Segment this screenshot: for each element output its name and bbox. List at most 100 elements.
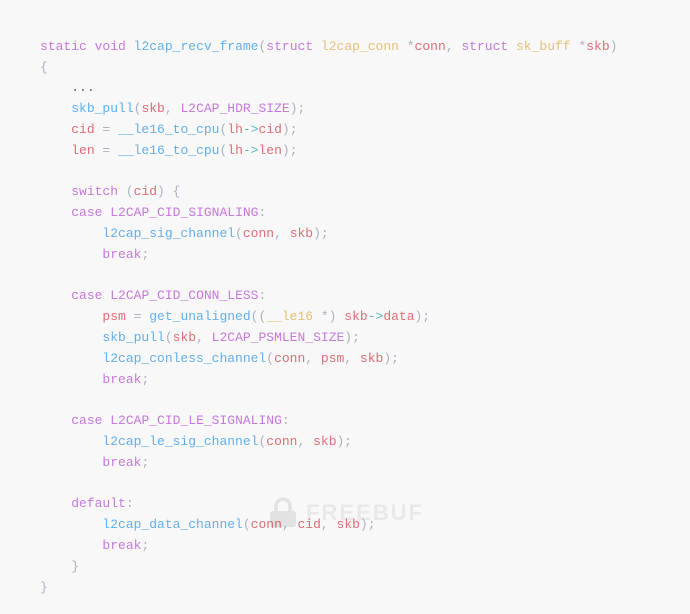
code-token-plain: = [95, 122, 118, 137]
code-token-var: conn [415, 39, 446, 54]
code-token-plain [40, 455, 102, 470]
code-token-var: skb [337, 517, 360, 532]
code-token-fn: l2cap_data_channel [102, 517, 242, 532]
code-token-plain [40, 247, 102, 262]
code-token-plain: ; [141, 538, 149, 553]
code-token-arrow: -> [243, 122, 259, 137]
code-token-var: conn [251, 517, 282, 532]
code-token-plain [40, 538, 102, 553]
code-token-var: lh [227, 122, 243, 137]
code-token-plain: = [95, 143, 118, 158]
code-token-plain: , [446, 39, 462, 54]
code-token-plain: ); [290, 101, 306, 116]
code-token-plain [40, 496, 71, 511]
code-token-plain [40, 413, 71, 428]
code-token-macro: L2CAP_CID_LE_SIGNALING [110, 413, 282, 428]
code-token-kw: void [95, 39, 126, 54]
code-line: static void l2cap_recv_frame(struct l2ca… [40, 37, 670, 58]
code-token-kw: case [71, 205, 102, 220]
code-line: case L2CAP_CID_CONN_LESS: [40, 286, 670, 307]
code-token-plain [87, 39, 95, 54]
code-line: l2cap_conless_channel(conn, psm, skb); [40, 349, 670, 370]
code-line: break; [40, 370, 670, 391]
code-token-plain: ); [383, 351, 399, 366]
code-line: default: [40, 494, 670, 515]
code-token-kw: case [71, 413, 102, 428]
code-line: len = __le16_to_cpu(lh->len); [40, 141, 670, 162]
code-token-plain: ) [610, 39, 618, 54]
code-token-fn: __le16_to_cpu [118, 122, 219, 137]
code-token-plain [40, 309, 102, 324]
code-token-plain: ) { [157, 184, 180, 199]
code-token-plain [126, 39, 134, 54]
code-token-plain [40, 184, 71, 199]
code-token-type: sk_buff [516, 39, 571, 54]
code-token-kw: break [102, 455, 141, 470]
code-token-plain: , [196, 330, 212, 345]
code-token-plain: *) [313, 309, 344, 324]
code-token-plain: : [282, 413, 290, 428]
code-token-plain: * [571, 39, 587, 54]
code-token-var: conn [243, 226, 274, 241]
code-token-var: cid [298, 517, 321, 532]
code-token-plain: ; [141, 247, 149, 262]
code-token-var: len [71, 143, 94, 158]
code-line [40, 266, 670, 287]
code-token-plain [40, 434, 102, 449]
code-token-macro: L2CAP_CID_SIGNALING [110, 205, 258, 220]
code-token-fn: l2cap_sig_channel [102, 226, 235, 241]
code-line: case L2CAP_CID_SIGNALING: [40, 203, 670, 224]
code-token-plain [40, 330, 102, 345]
code-token-arrow: -> [368, 309, 384, 324]
code-token-var: skb [173, 330, 196, 345]
code-token-plain: : [258, 205, 266, 220]
code-token-plain: * [399, 39, 415, 54]
code-token-plain [313, 39, 321, 54]
code-token-plain: ); [344, 330, 360, 345]
code-line: skb_pull(skb, L2CAP_PSMLEN_SIZE); [40, 328, 670, 349]
code-token-plain [40, 143, 71, 158]
code-token-var: data [383, 309, 414, 324]
code-token-plain [40, 205, 71, 220]
code-token-var: skb [344, 309, 367, 324]
code-token-fn: l2cap_recv_frame [134, 39, 259, 54]
code-line: ... [40, 78, 670, 99]
code-token-plain: , [344, 351, 360, 366]
code-token-var: skb [313, 434, 336, 449]
code-token-kw: break [102, 247, 141, 262]
code-token-plain: ; [141, 372, 149, 387]
code-token-fn: skb_pull [102, 330, 164, 345]
code-token-plain: , [297, 434, 313, 449]
code-token-plain: (( [251, 309, 267, 324]
code-token-fn: __le16_to_cpu [118, 143, 219, 158]
code-token-plain: ); [360, 517, 376, 532]
code-token-kw: case [71, 288, 102, 303]
code-token-plain [40, 517, 102, 532]
code-token-plain: : [126, 496, 134, 511]
code-token-var: cid [134, 184, 157, 199]
code-token-plain: ); [282, 143, 298, 158]
code-line [40, 390, 670, 411]
code-token-type: __le16 [266, 309, 313, 324]
code-token-plain: , [305, 351, 321, 366]
code-token-fn: skb_pull [71, 101, 133, 116]
code-token-plain: ); [282, 122, 298, 137]
code-line: cid = __le16_to_cpu(lh->cid); [40, 120, 670, 141]
code-token-var: cid [258, 122, 281, 137]
code-token-plain [40, 101, 71, 116]
code-line: break; [40, 245, 670, 266]
code-token-kw: static [40, 39, 87, 54]
code-token-plain: ( [243, 517, 251, 532]
code-token-macro: L2CAP_PSMLEN_SIZE [212, 330, 345, 345]
code-token-kw: break [102, 372, 141, 387]
code-token-plain: ( [235, 226, 243, 241]
code-token-var: lh [227, 143, 243, 158]
code-line: l2cap_le_sig_channel(conn, skb); [40, 432, 670, 453]
code-line: skb_pull(skb, L2CAP_HDR_SIZE); [40, 99, 670, 120]
code-line: break; [40, 536, 670, 557]
code-line: } [40, 578, 670, 599]
code-token-plain: } [40, 559, 79, 574]
code-token-kw: switch [71, 184, 118, 199]
code-token-plain: , [274, 226, 290, 241]
code-token-plain: } [40, 580, 48, 595]
